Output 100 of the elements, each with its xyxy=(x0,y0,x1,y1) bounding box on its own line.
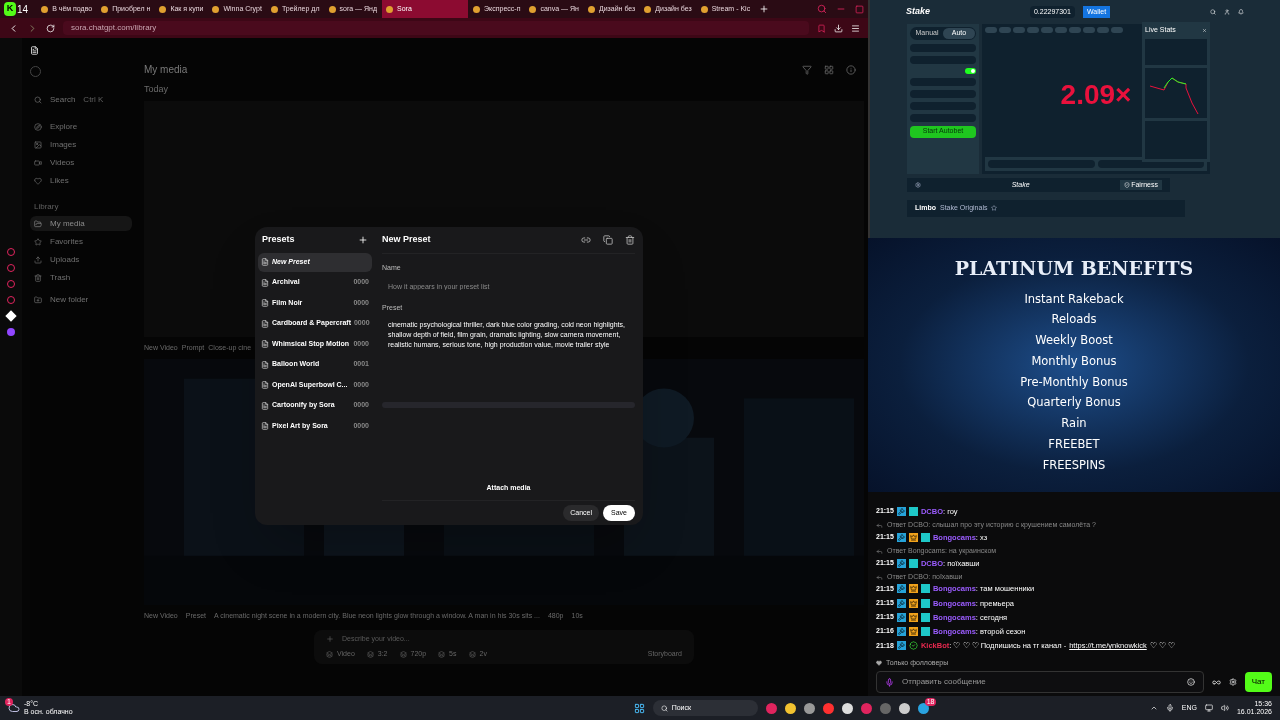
document-icon xyxy=(261,422,269,430)
infinity-icon[interactable] xyxy=(1211,677,1221,687)
taskbar-app-icon[interactable] xyxy=(841,702,853,714)
plus-icon xyxy=(326,634,334,643)
add-icon[interactable] xyxy=(358,234,368,245)
search-icon xyxy=(660,704,668,712)
bell-icon[interactable] xyxy=(1238,9,1244,15)
benefit-item: Instant Rakeback xyxy=(1024,290,1124,308)
document-icon xyxy=(261,278,269,287)
tray-expand-icon[interactable] xyxy=(1149,704,1158,712)
sidebar-item-icon xyxy=(34,140,42,149)
taskbar-app-icon[interactable] xyxy=(917,702,929,714)
sidebar-item[interactable]: Uploads xyxy=(30,252,132,267)
reply-icon xyxy=(876,522,883,529)
sidebar-item-icon xyxy=(34,176,42,185)
reply-icon xyxy=(876,573,883,581)
link-icon[interactable] xyxy=(581,234,591,245)
sidebar-item[interactable]: Favorites xyxy=(30,234,132,249)
section-heading: Today xyxy=(144,83,170,96)
network-icon[interactable] xyxy=(1204,704,1213,712)
document-icon xyxy=(261,299,269,307)
settings-icon[interactable] xyxy=(915,182,921,188)
new-tab-icon[interactable] xyxy=(759,4,770,14)
result-chip xyxy=(1083,27,1095,33)
gavel-badge-icon xyxy=(896,598,906,608)
result-chip xyxy=(1069,27,1081,33)
option-icon xyxy=(366,650,374,658)
option-icon xyxy=(438,650,446,658)
browser-logo[interactable]: K xyxy=(4,2,16,16)
sidebar-item[interactable]: Explore xyxy=(30,119,132,134)
sidebar-item[interactable]: Trash xyxy=(30,270,132,285)
gavel-badge-icon xyxy=(896,532,906,542)
gavel-badge-icon xyxy=(896,612,906,622)
sidebar-item[interactable]: Videos xyxy=(30,155,132,170)
document-icon xyxy=(261,360,269,369)
option-icon xyxy=(326,650,333,658)
document-icon xyxy=(261,319,269,328)
benefit-item: Reloads xyxy=(1051,311,1097,329)
benefit-item: Weekly Boost xyxy=(1035,332,1113,350)
gavel-badge-icon xyxy=(896,627,906,637)
verified-badge-icon xyxy=(908,641,918,651)
search-field[interactable]: Search Ctrl K xyxy=(30,92,132,107)
copy-icon[interactable] xyxy=(603,234,613,245)
gavel-badge-icon xyxy=(896,558,906,568)
chat-send-button[interactable]: Чат xyxy=(1244,672,1272,692)
page-title: My media xyxy=(144,63,188,77)
sidebar-item[interactable]: Images xyxy=(30,137,132,152)
document-icon xyxy=(261,340,269,348)
profile-count: 14 xyxy=(17,2,29,17)
page-icon xyxy=(30,46,39,55)
reload-icon[interactable] xyxy=(46,23,55,33)
shield-icon xyxy=(1124,182,1131,188)
star-icon[interactable] xyxy=(991,205,998,212)
bookmark-icon[interactable] xyxy=(817,23,826,33)
crown-badge-icon xyxy=(908,612,918,622)
volume-icon[interactable] xyxy=(1220,704,1229,712)
benefit-item: FREEBET xyxy=(1048,436,1100,454)
advanced-toggle[interactable] xyxy=(965,67,976,74)
address-bar[interactable]: sora.chatgpt.com/library xyxy=(63,21,809,35)
weather-icon[interactable] xyxy=(8,702,20,714)
sidebar-item-icon xyxy=(34,273,42,282)
benefit-item: Pre-Monthly Bonus xyxy=(1020,373,1128,391)
multiplier-display: 2.09× xyxy=(1060,78,1132,112)
taskbar-app-icon[interactable] xyxy=(784,702,796,714)
benefit-item: Quarterly Bonus xyxy=(1027,394,1121,412)
benefit-item: FREESPINS xyxy=(1042,456,1106,474)
result-chip xyxy=(1097,27,1109,33)
og-badge-icon xyxy=(908,558,918,568)
menu-icon[interactable] xyxy=(851,23,860,33)
microphone-icon xyxy=(885,677,894,687)
search-icon[interactable] xyxy=(817,4,827,14)
microphone-icon[interactable] xyxy=(1165,704,1174,712)
sidebar-item-icon xyxy=(34,219,42,228)
gavel-badge-icon xyxy=(896,507,906,517)
user-icon[interactable] xyxy=(1224,9,1230,15)
benefit-item: Monthly Bonus xyxy=(1031,352,1117,370)
benefit-item: Rain xyxy=(1061,415,1087,433)
sidebar-app-icon[interactable] xyxy=(5,310,17,322)
sidebar-item[interactable]: My media xyxy=(30,216,132,231)
search-icon xyxy=(34,95,42,104)
folder-plus-icon xyxy=(34,295,42,304)
sidebar-item[interactable]: Likes xyxy=(30,173,132,188)
trash-icon[interactable] xyxy=(625,234,635,245)
og-badge-icon xyxy=(920,532,930,542)
banner-title: PLATINUM BENEFITS xyxy=(954,256,1194,281)
grid-icon[interactable] xyxy=(824,64,834,75)
taskbar-app-icon[interactable] xyxy=(898,702,910,714)
result-chip xyxy=(1111,27,1123,33)
option-icon xyxy=(399,650,407,658)
sidebar-item-icon xyxy=(34,237,42,246)
start-icon[interactable] xyxy=(633,702,645,714)
panel-title: Presets xyxy=(262,233,295,246)
download-icon[interactable] xyxy=(834,23,843,33)
taskbar-app-icon[interactable] xyxy=(803,702,815,714)
close-icon[interactable] xyxy=(1202,27,1207,33)
new-folder-item[interactable]: New folder xyxy=(30,292,132,307)
section-label: Library xyxy=(33,201,60,213)
chat-input[interactable]: Отправить сообщение xyxy=(876,671,1204,693)
sidebar-item-icon xyxy=(34,122,42,131)
document-icon xyxy=(261,381,269,389)
